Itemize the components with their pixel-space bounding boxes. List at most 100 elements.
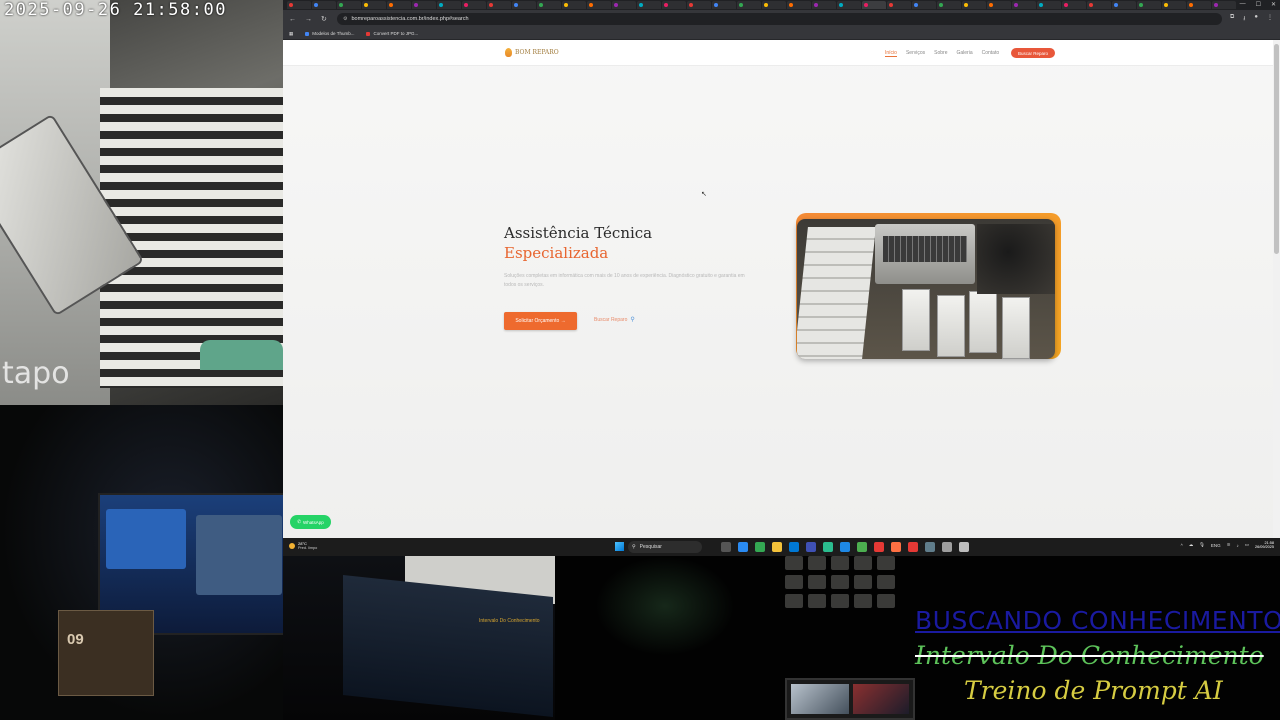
extensions-icon[interactable]: ⧉ [1230, 14, 1234, 24]
hero-image-keyboard [883, 236, 967, 262]
menu-icon[interactable]: ⋮ [1267, 14, 1273, 24]
browser-tab[interactable] [1037, 1, 1061, 9]
chevron-up-icon[interactable]: ^ [1181, 543, 1183, 548]
bookmark-item[interactable]: Convert PDF to JPG... [366, 31, 418, 36]
reload-icon[interactable]: ↻ [321, 15, 329, 23]
tab-favicon-icon [414, 3, 418, 7]
header-cta-button[interactable]: Buscar Reparo [1011, 48, 1055, 58]
taskbar-app-icon[interactable] [925, 542, 935, 552]
taskbar-app-icon[interactable] [755, 542, 765, 552]
whatsapp-float-button[interactable]: ✆ WhatsApp [290, 515, 331, 529]
address-url: bomreparoassistencia.com.br/index.php#se… [351, 16, 469, 22]
taskbar-app-icon[interactable] [959, 542, 969, 552]
microphone-icon[interactable]: 🎙 [1199, 542, 1205, 548]
browser-tab[interactable] [762, 1, 786, 9]
wifi-icon[interactable]: ≋ [1227, 542, 1231, 548]
browser-tab[interactable] [712, 1, 736, 9]
browser-tab[interactable] [812, 1, 836, 9]
nav-item-inicio[interactable]: Início [885, 50, 897, 57]
browser-tab[interactable] [1212, 1, 1236, 9]
taskbar-app-icon[interactable] [806, 542, 816, 552]
weather-widget[interactable]: 28°C Pred. limpo [289, 541, 317, 550]
security-camera-feed: 2025-09-26 21:58:00 tapo [0, 0, 283, 405]
browser-tab[interactable] [312, 1, 336, 9]
close-icon[interactable]: ✕ [1271, 1, 1276, 8]
browser-tab[interactable] [737, 1, 761, 9]
nav-item-sobre[interactable]: Sobre [934, 50, 947, 57]
site-info-icon[interactable]: ⚙ [343, 16, 347, 22]
browser-tab[interactable] [662, 1, 686, 9]
browser-tab[interactable] [787, 1, 811, 9]
browser-tab[interactable] [562, 1, 586, 9]
taskbar-app-icon[interactable] [721, 542, 731, 552]
search-repair-link[interactable]: Buscar Reparo ⚲ [594, 316, 635, 324]
browser-tab[interactable] [912, 1, 936, 9]
taskbar-app-icon[interactable] [942, 542, 952, 552]
browser-tab[interactable] [1187, 1, 1211, 9]
address-bar[interactable]: ⚙ bomreparoassistencia.com.br/index.php#… [337, 13, 1222, 25]
page-scrollbar[interactable] [1273, 40, 1280, 538]
browser-tab[interactable] [587, 1, 611, 9]
browser-tab[interactable] [1112, 1, 1136, 9]
tab-favicon-icon [814, 3, 818, 7]
browser-tab[interactable] [387, 1, 411, 9]
browser-tab[interactable] [1137, 1, 1161, 9]
site-logo[interactable]: BOM REPARO [505, 48, 559, 57]
browser-tab[interactable] [1012, 1, 1036, 9]
browser-tab[interactable] [412, 1, 436, 9]
browser-tab[interactable] [362, 1, 386, 9]
nav-item-galeria[interactable]: Galeria [956, 50, 972, 57]
profile-icon[interactable]: ● [1254, 14, 1258, 24]
request-quote-button[interactable]: Solicitar Orçamento → [504, 312, 577, 330]
taskbar-app-icon[interactable] [823, 542, 833, 552]
taskbar-search[interactable]: ⚲ Pesquisar [628, 541, 702, 553]
maximize-icon[interactable]: ☐ [1256, 1, 1261, 8]
browser-tab[interactable] [512, 1, 536, 9]
apps-icon[interactable]: ▦ [289, 31, 293, 37]
taskbar-app-icon[interactable] [789, 542, 799, 552]
minimize-icon[interactable]: — [1240, 1, 1246, 8]
scrollbar-thumb[interactable] [1274, 44, 1279, 254]
browser-tab[interactable] [1162, 1, 1186, 9]
battery-icon[interactable]: ▭ [1245, 542, 1249, 548]
taskbar-app-icon[interactable] [857, 542, 867, 552]
nav-item-servicos[interactable]: Serviços [906, 50, 925, 57]
browser-tab[interactable] [287, 1, 311, 9]
browser-tab[interactable] [887, 1, 911, 9]
browser-tab[interactable] [612, 1, 636, 9]
browser-tab[interactable] [862, 1, 886, 9]
windows-start-icon[interactable] [615, 542, 624, 551]
back-icon[interactable]: ← [289, 16, 297, 23]
taskbar-clock[interactable]: 21:58 26/09/2025 [1255, 541, 1274, 549]
browser-tab[interactable] [537, 1, 561, 9]
browser-tab[interactable] [687, 1, 711, 9]
cloud-icon[interactable]: ☁ [1189, 542, 1194, 548]
browser-tab[interactable] [1087, 1, 1111, 9]
browser-tab[interactable] [962, 1, 986, 9]
volume-icon[interactable]: ♪ [1236, 543, 1238, 548]
browser-tab[interactable] [337, 1, 361, 9]
taskbar-app-icon[interactable] [772, 542, 782, 552]
browser-tab[interactable] [462, 1, 486, 9]
browser-tab-strip [283, 0, 1280, 10]
browser-tab[interactable] [987, 1, 1011, 9]
taskbar-app-icon[interactable] [908, 542, 918, 552]
forward-icon[interactable]: → [305, 16, 313, 23]
browser-tab[interactable] [937, 1, 961, 9]
keypad-key [831, 594, 849, 608]
bookmark-item[interactable]: Modelos de Thumb... [305, 31, 354, 36]
taskbar-app-icon[interactable] [891, 542, 901, 552]
taskbar-app-icon[interactable] [840, 542, 850, 552]
browser-tab[interactable] [437, 1, 461, 9]
download-icon[interactable]: ⭳ [1243, 14, 1245, 24]
browser-tab[interactable] [1062, 1, 1086, 9]
tab-favicon-icon [1189, 3, 1193, 7]
browser-tab[interactable] [837, 1, 861, 9]
keypad-key [831, 575, 849, 589]
taskbar-app-icon[interactable] [874, 542, 884, 552]
browser-tab[interactable] [487, 1, 511, 9]
language-indicator[interactable]: ENG [1211, 543, 1221, 548]
nav-item-contato[interactable]: Contato [982, 50, 1000, 57]
taskbar-app-icon[interactable] [738, 542, 748, 552]
browser-tab[interactable] [637, 1, 661, 9]
